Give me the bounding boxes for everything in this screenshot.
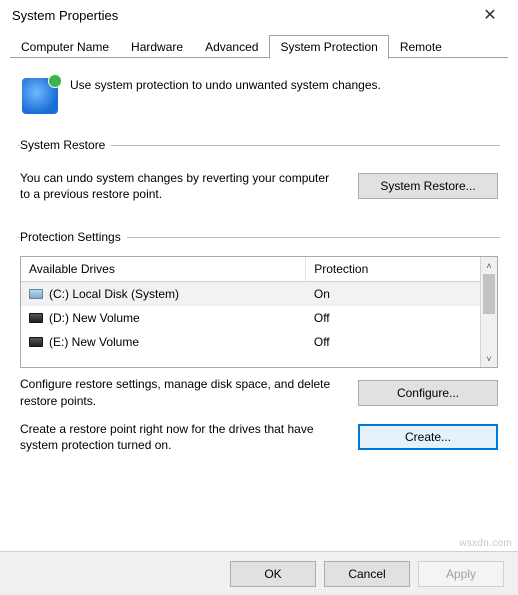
drives-header: Available Drives Protection bbox=[21, 257, 480, 282]
intro-text: Use system protection to undo unwanted s… bbox=[70, 78, 381, 92]
ok-button[interactable]: OK bbox=[230, 561, 316, 587]
drive-label: (D:) New Volume bbox=[49, 311, 140, 325]
drives-list: Available Drives Protection (C:) Local D… bbox=[20, 256, 498, 368]
scroll-up-icon[interactable]: ˄ bbox=[481, 257, 497, 274]
column-available-drives[interactable]: Available Drives bbox=[21, 257, 306, 281]
drive-icon bbox=[29, 289, 43, 299]
system-protection-icon bbox=[22, 78, 58, 114]
drive-protection: On bbox=[306, 282, 480, 306]
intro-row: Use system protection to undo unwanted s… bbox=[18, 70, 500, 138]
tab-advanced[interactable]: Advanced bbox=[194, 35, 269, 58]
drive-protection: Off bbox=[306, 330, 480, 354]
drive-icon bbox=[29, 337, 43, 347]
system-restore-legend: System Restore bbox=[20, 138, 111, 152]
drive-protection: Off bbox=[306, 306, 480, 330]
drive-row[interactable]: (E:) New Volume Off bbox=[21, 330, 480, 354]
protection-settings-legend: Protection Settings bbox=[20, 230, 127, 244]
title-bar: System Properties ✕ bbox=[0, 0, 518, 30]
protection-settings-group: Protection Settings Available Drives Pro… bbox=[18, 230, 500, 465]
create-button[interactable]: Create... bbox=[358, 424, 498, 450]
column-protection[interactable]: Protection bbox=[306, 257, 480, 281]
drive-row[interactable]: (D:) New Volume Off bbox=[21, 306, 480, 330]
configure-desc: Configure restore settings, manage disk … bbox=[20, 376, 342, 408]
tab-system-protection[interactable]: System Protection bbox=[269, 35, 388, 59]
scroll-thumb[interactable] bbox=[483, 274, 495, 314]
tab-computer-name[interactable]: Computer Name bbox=[10, 35, 120, 58]
system-restore-button[interactable]: System Restore... bbox=[358, 173, 498, 199]
window-title: System Properties bbox=[12, 8, 118, 23]
apply-button: Apply bbox=[418, 561, 504, 587]
system-restore-group: System Restore You can undo system chang… bbox=[18, 138, 500, 214]
drives-scrollbar[interactable]: ˄ ˅ bbox=[480, 257, 497, 367]
drive-label: (E:) New Volume bbox=[49, 335, 139, 349]
close-icon[interactable]: ✕ bbox=[470, 5, 510, 25]
system-restore-desc: You can undo system changes by reverting… bbox=[20, 170, 342, 202]
tab-hardware[interactable]: Hardware bbox=[120, 35, 194, 58]
cancel-button[interactable]: Cancel bbox=[324, 561, 410, 587]
dialog-footer: OK Cancel Apply bbox=[0, 551, 518, 595]
create-desc: Create a restore point right now for the… bbox=[20, 421, 342, 453]
tab-panel: Use system protection to undo unwanted s… bbox=[0, 58, 518, 487]
scroll-down-icon[interactable]: ˅ bbox=[481, 350, 497, 367]
drive-icon bbox=[29, 313, 43, 323]
drive-label: (C:) Local Disk (System) bbox=[49, 287, 179, 301]
tab-remote[interactable]: Remote bbox=[389, 35, 453, 58]
drive-row[interactable]: (C:) Local Disk (System) On bbox=[21, 282, 480, 306]
configure-button[interactable]: Configure... bbox=[358, 380, 498, 406]
tab-strip: Computer Name Hardware Advanced System P… bbox=[0, 30, 518, 58]
watermark-text: wsxdn.com bbox=[459, 538, 512, 549]
